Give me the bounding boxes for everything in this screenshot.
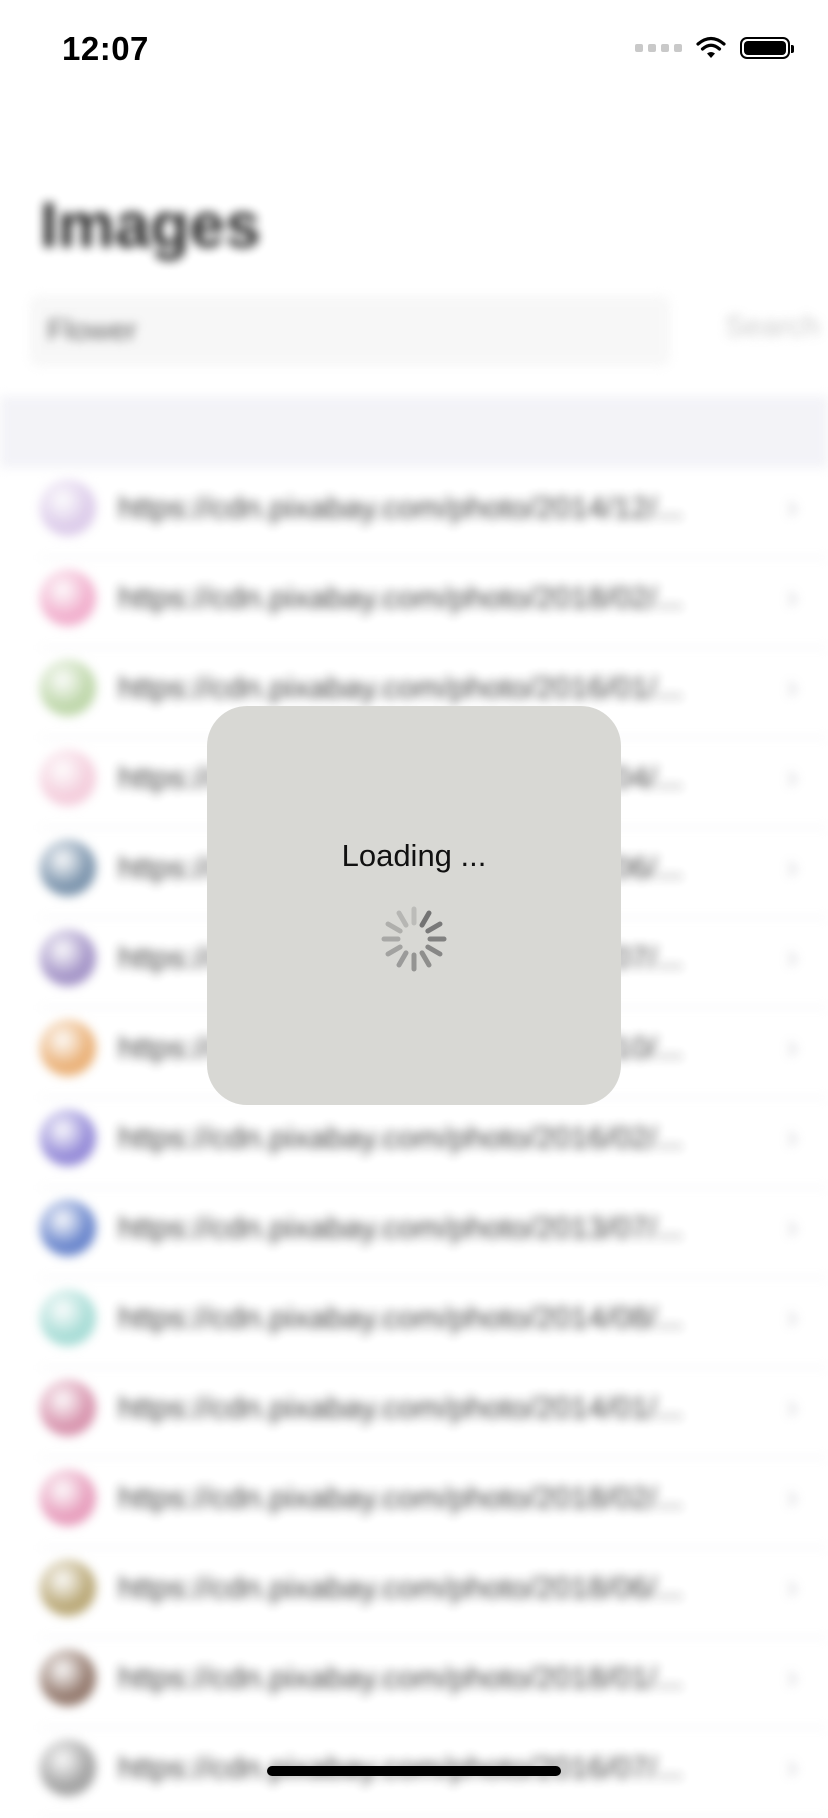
list-item-url: https://cdn.pixabay.com/photo/2014/01/..…: [118, 1390, 683, 1425]
search-button[interactable]: Search: [725, 310, 820, 344]
search-row: Flower Search: [30, 296, 820, 366]
chevron-right-icon: ›: [786, 1478, 798, 1516]
thumbnail-image: [40, 1290, 96, 1346]
list-item-url: https://cdn.pixabay.com/photo/2016/01/..…: [118, 670, 683, 705]
list-item-url: https://cdn.pixabay.com/photo/2014/12/..…: [118, 490, 683, 525]
status-icons: [635, 36, 794, 60]
chevron-right-icon: ›: [786, 1568, 798, 1606]
list-item-url: https://cdn.pixabay.com/photo/2018/02/..…: [118, 1480, 683, 1515]
wifi-icon: [696, 36, 726, 58]
chevron-right-icon: ›: [786, 1298, 798, 1336]
thumbnail-image: [40, 1380, 96, 1436]
thumbnail-image: [40, 1470, 96, 1526]
thumbnail-image: [40, 930, 96, 986]
thumbnail-image: [40, 1740, 96, 1796]
chevron-right-icon: ›: [786, 1028, 798, 1066]
thumbnail-image: [40, 1110, 96, 1166]
thumbnail-image: [40, 1650, 96, 1706]
list-item-url: https://cdn.pixabay.com/photo/2013/07/..…: [118, 1210, 683, 1245]
home-indicator[interactable]: [267, 1766, 561, 1776]
chevron-right-icon: ›: [786, 1748, 798, 1786]
thumbnail-image: [40, 1020, 96, 1076]
image-list: https://cdn.pixabay.com/photo/2014/12/..…: [0, 468, 828, 1818]
list-item[interactable]: https://cdn.pixabay.com/photo/2018/01/..…: [40, 1638, 828, 1728]
loading-hud: Loading ...: [207, 706, 621, 1105]
list-item[interactable]: https://cdn.pixabay.com/photo/2013/07/..…: [40, 1188, 828, 1278]
thumbnail-image: [40, 750, 96, 806]
status-bar: 12:07: [0, 0, 828, 100]
list-item[interactable]: https://cdn.pixabay.com/photo/2014/08/..…: [40, 1278, 828, 1368]
list-item[interactable]: https://cdn.pixabay.com/photo/2018/06/..…: [40, 1548, 828, 1638]
battery-icon: [740, 37, 794, 59]
chevron-right-icon: ›: [786, 848, 798, 886]
list-item[interactable]: https://cdn.pixabay.com/photo/2018/02/..…: [40, 558, 828, 648]
thumbnail-image: [40, 1200, 96, 1256]
list-item[interactable]: https://cdn.pixabay.com/photo/2018/02/..…: [40, 1458, 828, 1548]
section-header: [0, 396, 828, 468]
chevron-right-icon: ›: [786, 1388, 798, 1426]
cellular-signal-icon: [635, 44, 682, 52]
activity-indicator-icon: [381, 906, 447, 972]
chevron-right-icon: ›: [786, 578, 798, 616]
loading-label: Loading ...: [341, 838, 487, 873]
chevron-right-icon: ›: [786, 1118, 798, 1156]
status-time: 12:07: [62, 30, 149, 67]
page-title: Images: [40, 189, 261, 261]
list-item[interactable]: https://cdn.pixabay.com/photo/2016/02/..…: [40, 1098, 828, 1188]
chevron-right-icon: ›: [786, 1658, 798, 1696]
list-item-url: https://cdn.pixabay.com/photo/2018/01/..…: [118, 1660, 683, 1695]
thumbnail-image: [40, 1560, 96, 1616]
thumbnail-image: [40, 840, 96, 896]
list-item-url: https://cdn.pixabay.com/photo/2018/06/..…: [118, 1570, 683, 1605]
thumbnail-image: [40, 570, 96, 626]
chevron-right-icon: ›: [786, 758, 798, 796]
list-item-url: https://cdn.pixabay.com/photo/2016/02/..…: [118, 1120, 683, 1155]
list-item[interactable]: https://cdn.pixabay.com/photo/2014/01/..…: [40, 1368, 828, 1458]
chevron-right-icon: ›: [786, 668, 798, 706]
thumbnail-image: [40, 480, 96, 536]
chevron-right-icon: ›: [786, 1208, 798, 1246]
list-item-url: https://cdn.pixabay.com/photo/2018/02/..…: [118, 580, 683, 615]
chevron-right-icon: ›: [786, 488, 798, 526]
chevron-right-icon: ›: [786, 938, 798, 976]
thumbnail-image: [40, 660, 96, 716]
list-item[interactable]: https://cdn.pixabay.com/photo/2014/12/..…: [40, 468, 828, 558]
list-item-url: https://cdn.pixabay.com/photo/2014/08/..…: [118, 1300, 683, 1335]
search-input[interactable]: Flower: [30, 296, 670, 366]
